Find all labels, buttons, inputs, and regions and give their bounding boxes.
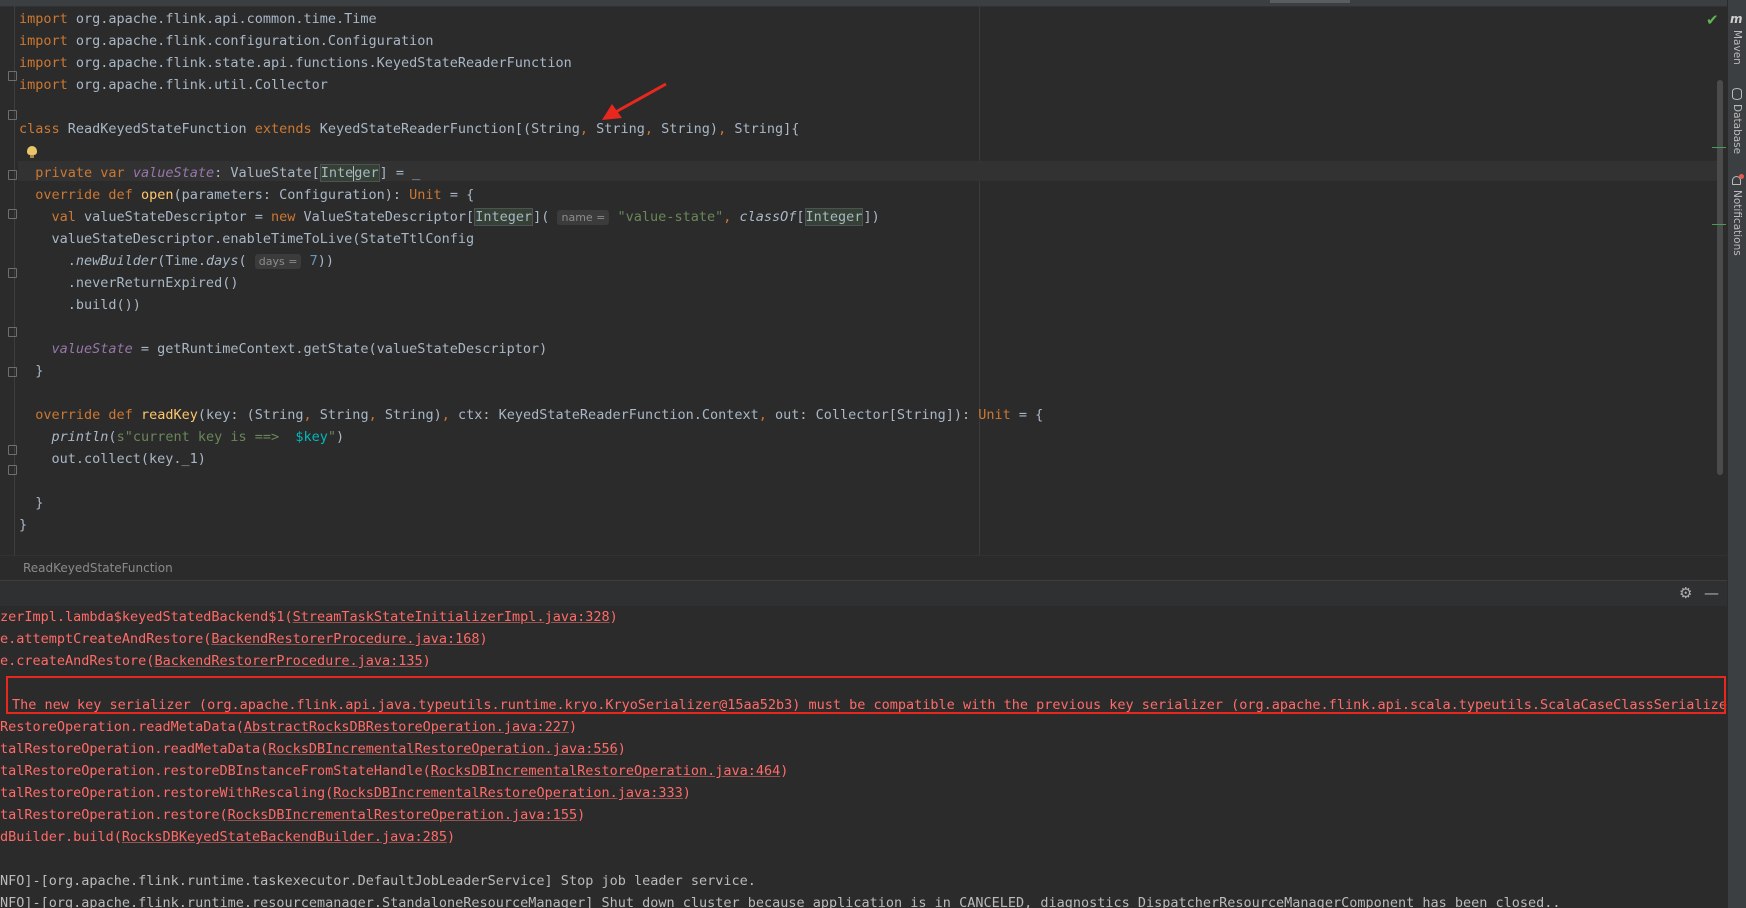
code-line: valueStateDescriptor.enableTimeToLive(St…	[19, 231, 475, 247]
info-log-line: NFO]-[org.apache.flink.runtime.resourcem…	[0, 895, 1561, 908]
maven-icon[interactable]: m	[1730, 12, 1743, 26]
console-line: e.attemptCreateAndRestore(BackendRestore…	[0, 631, 488, 647]
breadcrumb: ReadKeyedStateFunction	[0, 555, 1727, 581]
code-line: }	[19, 495, 44, 511]
text-caret	[353, 165, 355, 181]
code-line: out.collect(key._1)	[19, 451, 206, 467]
minimize-icon[interactable]: —	[1704, 584, 1719, 602]
stack-trace-link[interactable]: RocksDBIncrementalRestoreOperation.java:…	[431, 763, 781, 779]
run-console[interactable]: zerImpl.lambda$keyedStatedBackend$1(Stre…	[0, 606, 1727, 908]
stack-trace-link[interactable]: StreamTaskStateInitializerImpl.java:328	[293, 609, 610, 625]
tab-indicator	[1270, 0, 1350, 3]
code-line: val valueStateDescriptor = new ValueStat…	[51, 208, 880, 226]
inspection-ok-icon[interactable]: ✔	[1706, 11, 1719, 29]
stack-trace-link[interactable]: RocksDBKeyedStateBackendBuilder.java:285	[122, 829, 447, 845]
scroll-change-marker	[1712, 224, 1726, 225]
code-line: import org.apache.flink.configuration.Co…	[19, 33, 434, 49]
code-line: class ReadKeyedStateFunction extends Key…	[19, 121, 800, 137]
fold-marker-icon[interactable]	[8, 465, 17, 475]
fold-marker-icon[interactable]	[8, 367, 17, 377]
console-line: talRestoreOperation.restoreWithRescaling…	[0, 785, 691, 801]
info-log-line: NFO]-[org.apache.flink.runtime.taskexecu…	[0, 873, 756, 889]
code-line: import org.apache.flink.api.common.time.…	[19, 11, 377, 27]
red-arrow-annotation	[602, 82, 667, 120]
fold-marker-icon[interactable]	[8, 445, 17, 455]
notifications-icon[interactable]	[1732, 174, 1744, 185]
console-line: dBuilder.build(RocksDBKeyedStateBackendB…	[0, 829, 456, 845]
database-tool-label[interactable]: Database	[1731, 104, 1743, 154]
console-line: e.createAndRestore(BackendRestorerProced…	[0, 653, 431, 669]
console-line: RestoreOperation.readMetaData(AbstractRo…	[0, 719, 578, 735]
database-icon[interactable]	[1732, 88, 1742, 100]
code-line: .neverReturnExpired()	[19, 275, 239, 291]
stack-trace-link[interactable]: BackendRestorerProcedure.java:168	[211, 631, 479, 647]
fold-marker-icon[interactable]	[8, 170, 17, 180]
code-line: override def readKey(key: (String, Strin…	[35, 407, 1044, 423]
code-line: }	[19, 517, 28, 533]
stack-trace-link[interactable]: AbstractRocksDBRestoreOperation.java:227	[244, 719, 569, 735]
console-line: talRestoreOperation.restore(RocksDBIncre…	[0, 807, 586, 823]
breadcrumb-item[interactable]: ReadKeyedStateFunction	[23, 561, 173, 575]
stack-trace-link[interactable]: RocksDBIncrementalRestoreOperation.java:…	[228, 807, 578, 823]
notifications-tool-label[interactable]: Notifications	[1731, 190, 1743, 256]
editor-tabs-strip	[0, 0, 1727, 7]
code-line: println(s"current key is ==> $key")	[51, 429, 345, 445]
code-line: import org.apache.flink.state.api.functi…	[19, 55, 572, 71]
stack-trace-link[interactable]: BackendRestorerProcedure.java:135	[154, 653, 422, 669]
stack-trace-link[interactable]: RocksDBIncrementalRestoreOperation.java:…	[268, 741, 618, 757]
code-line: override def open(parameters: Configurat…	[35, 187, 475, 203]
code-line: import org.apache.flink.util.Collector	[19, 77, 328, 93]
run-panel-header	[0, 580, 1727, 607]
gear-icon[interactable]: ⚙	[1679, 584, 1692, 602]
parameter-hint-name: name =	[557, 210, 610, 225]
right-tool-sidebar: m Maven Database Notifications	[1727, 0, 1746, 908]
parameter-hint-days: days =	[254, 254, 302, 269]
code-line: }	[19, 363, 44, 379]
code-line: .build())	[19, 297, 141, 313]
console-line: talRestoreOperation.restoreDBInstanceFro…	[0, 763, 789, 779]
scroll-change-marker	[1712, 147, 1726, 148]
fold-marker-icon[interactable]	[8, 71, 17, 81]
console-line: talRestoreOperation.readMetaData(RocksDB…	[0, 741, 626, 757]
source-code[interactable]: import org.apache.flink.api.common.time.…	[19, 8, 1043, 536]
stack-trace-link[interactable]: RocksDBIncrementalRestoreOperation.java:…	[333, 785, 683, 801]
fold-marker-icon[interactable]	[8, 268, 17, 278]
fold-marker-icon[interactable]	[8, 209, 17, 219]
fold-marker-icon[interactable]	[8, 327, 17, 337]
code-line: private var valueState: ValueState[Integ…	[35, 164, 421, 182]
error-highlight-box	[6, 676, 1726, 714]
maven-tool-label[interactable]: Maven	[1731, 30, 1743, 65]
console-line: zerImpl.lambda$keyedStatedBackend$1(Stre…	[0, 609, 618, 625]
code-line: valueState = getRuntimeContext.getState(…	[51, 341, 548, 357]
editor-scrollbar[interactable]	[1717, 80, 1723, 475]
fold-marker-icon[interactable]	[8, 110, 17, 120]
code-line: .newBuilder(Time.days( days = 7))	[19, 253, 334, 269]
code-editor[interactable]: import org.apache.flink.api.common.time.…	[0, 0, 1727, 555]
